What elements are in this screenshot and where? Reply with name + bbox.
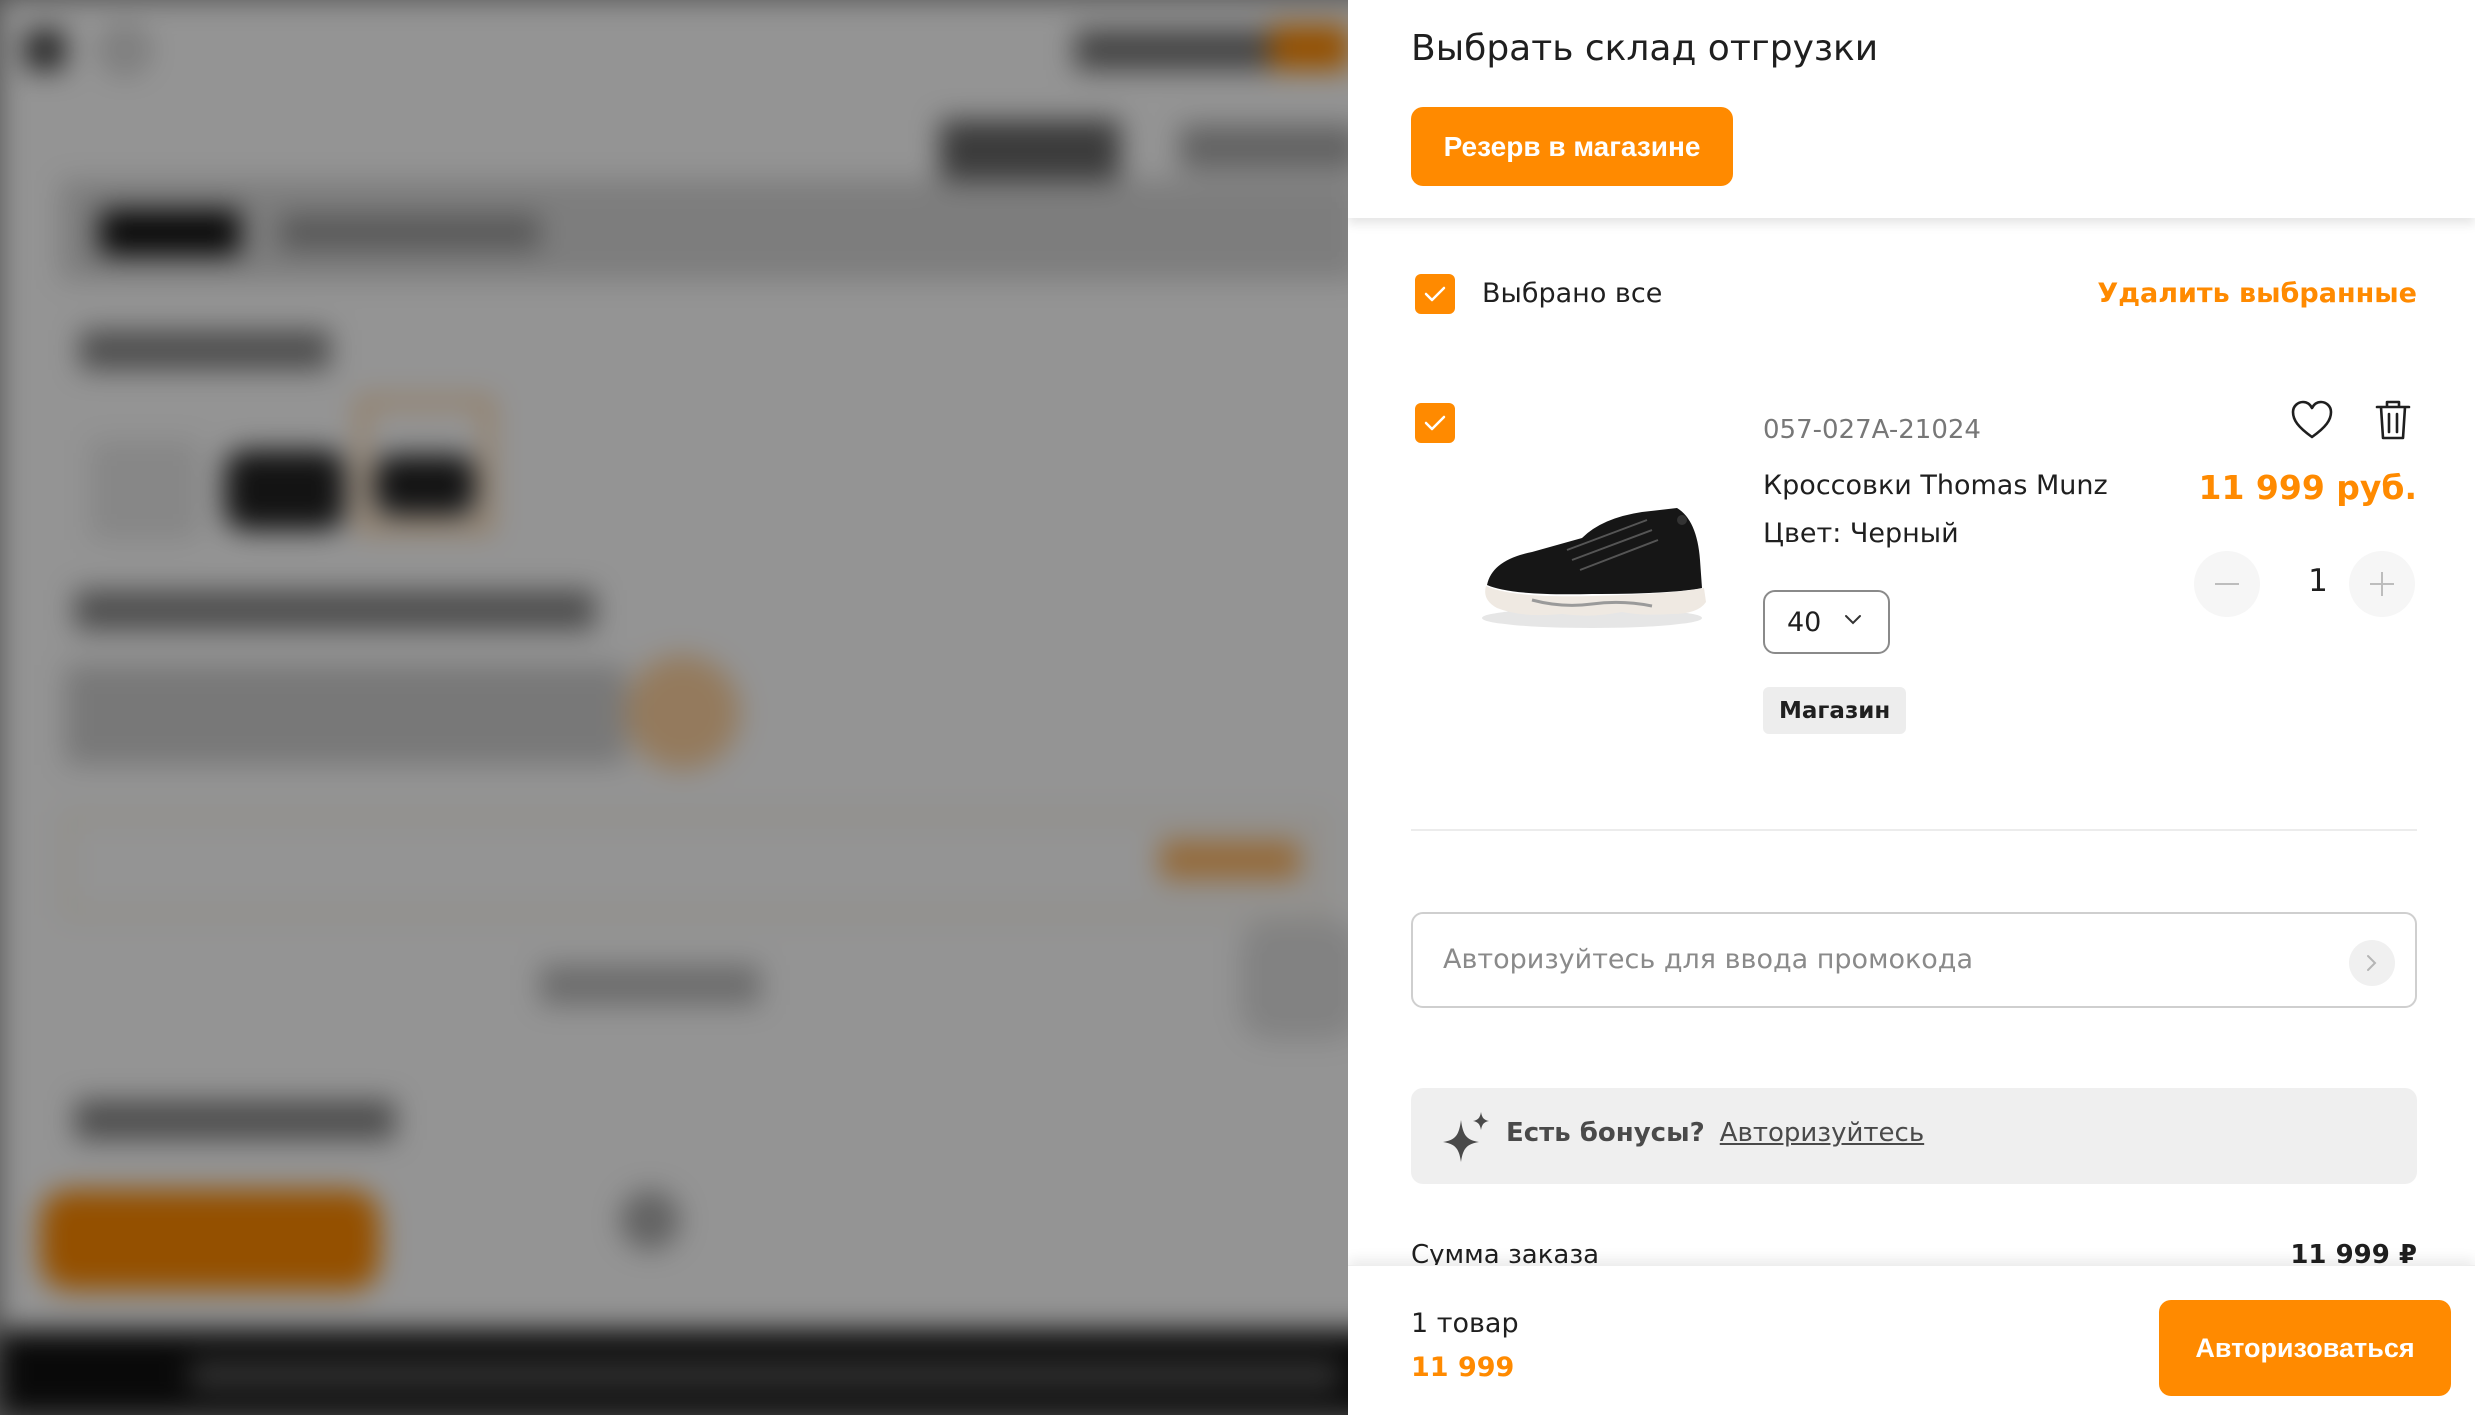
bonus-login-link[interactable]: Авторизуйтесь [1720, 1118, 1924, 1148]
quantity-increase-button[interactable] [2349, 551, 2415, 617]
product-sku: 057-027A-21024 [1763, 415, 1981, 445]
product-price: 11 999 руб. [2198, 468, 2418, 507]
checkout-footer: 1 товар 11 999 Авторизоваться [1348, 1265, 2475, 1415]
item-count: 1 товар [1411, 1308, 1519, 1339]
plus-icon [2370, 572, 2394, 596]
promo-code-placeholder: Авторизуйтесь для ввода промокода [1443, 944, 1974, 975]
drawer-header: Выбрать склад отгрузки Резерв в магазине [1348, 0, 2475, 218]
store-tag: Магазин [1763, 687, 1907, 734]
chevron-down-icon [1845, 615, 1861, 625]
product-checkbox[interactable] [1415, 403, 1455, 443]
bonus-text: Есть бонусы? Авторизуйтесь [1506, 1118, 1924, 1148]
sparkle-icon [1443, 1112, 1489, 1162]
divider [1411, 829, 2417, 831]
check-icon [1424, 415, 1446, 431]
delete-selected-link[interactable]: Удалить выбранные [2097, 278, 2417, 309]
chevron-right-icon [2367, 955, 2377, 971]
heart-icon [2291, 400, 2333, 439]
favorite-button[interactable] [2290, 400, 2334, 443]
minus-icon [2215, 583, 2239, 585]
size-select[interactable]: 40 [1763, 590, 1890, 654]
promo-code-field[interactable]: Авторизуйтесь для ввода промокода [1411, 912, 2417, 1008]
delete-item-button[interactable] [2373, 398, 2413, 445]
quantity-decrease-button[interactable] [2194, 551, 2260, 617]
size-value: 40 [1787, 606, 1822, 638]
select-all-checkbox[interactable] [1415, 274, 1455, 314]
product-color: Цвет: Черный [1763, 518, 1959, 549]
modal-overlay[interactable] [0, 0, 1348, 1415]
bonus-banner: Есть бонусы? Авторизуйтесь [1411, 1088, 2417, 1184]
cart-drawer: Выбрать склад отгрузки Резерв в магазине… [1348, 0, 2475, 1415]
footer-total: 11 999 [1411, 1352, 1515, 1383]
trash-icon [2375, 400, 2411, 440]
reserve-in-store-button[interactable]: Резерв в магазине [1411, 107, 1733, 186]
bonus-question: Есть бонусы? [1506, 1118, 1705, 1148]
product-name[interactable]: Кроссовки Thomas Munz [1763, 470, 2108, 501]
drawer-title: Выбрать склад отгрузки [1411, 28, 1879, 69]
check-icon [1424, 286, 1446, 302]
product-image[interactable] [1472, 490, 1712, 640]
promo-apply-button[interactable] [2349, 940, 2395, 986]
select-all-label: Выбрано все [1482, 278, 1663, 309]
quantity-value: 1 [2308, 563, 2328, 599]
login-button[interactable]: Авторизоваться [2159, 1300, 2451, 1396]
